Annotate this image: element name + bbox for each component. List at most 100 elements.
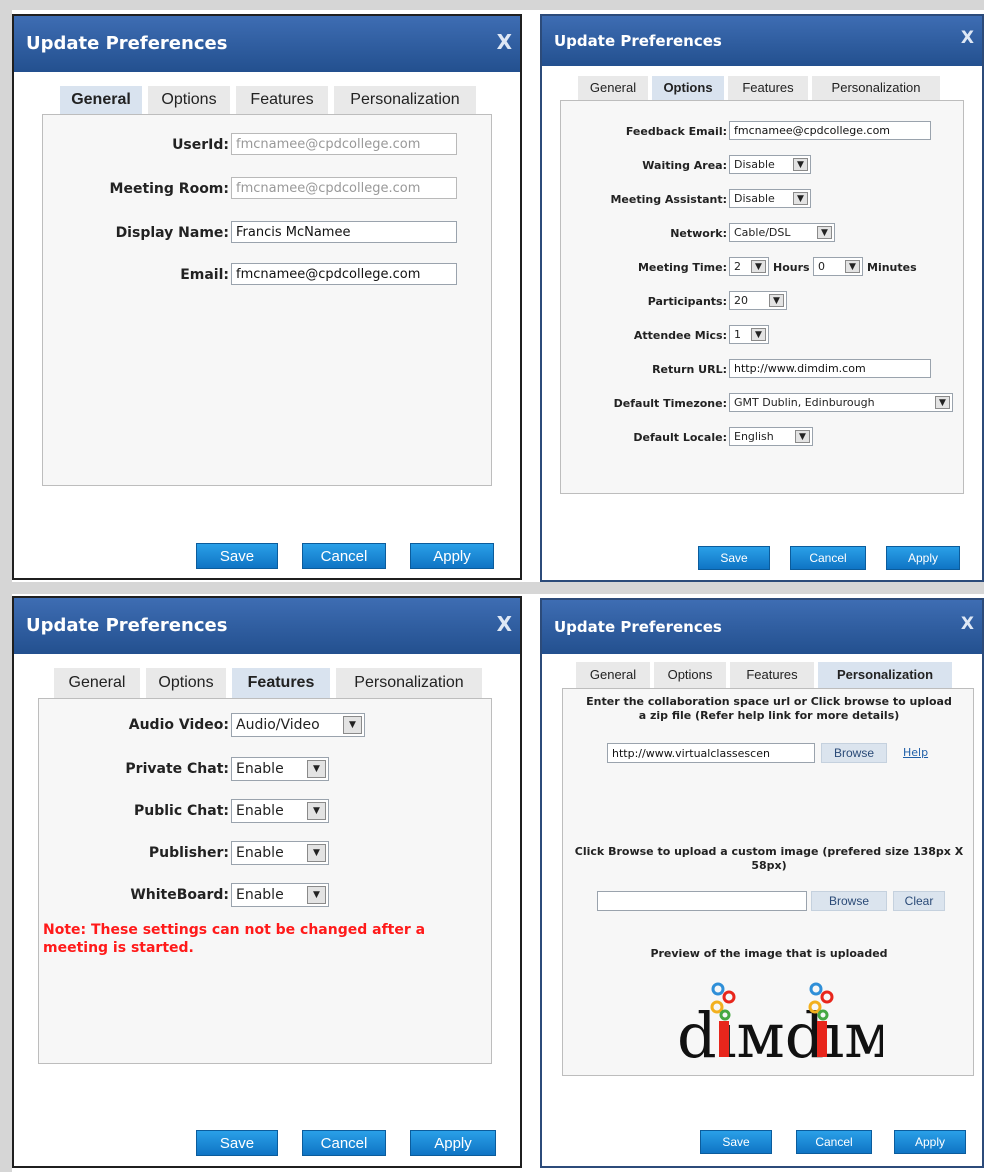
public-chat-select[interactable]: Enable ▼ xyxy=(231,799,329,823)
private-chat-value: Enable xyxy=(236,761,284,777)
tab-general[interactable]: General xyxy=(576,662,650,688)
userid-input[interactable]: fmcnamee@cpdcollege.com xyxy=(231,133,457,155)
cancel-button[interactable]: Cancel xyxy=(790,546,866,570)
audio-video-value: Audio/Video xyxy=(236,717,320,733)
tab-general[interactable]: General xyxy=(578,76,648,100)
chevron-down-icon[interactable]: ▼ xyxy=(845,260,860,273)
save-button[interactable]: Save xyxy=(698,546,770,570)
background-strip-top xyxy=(0,0,984,10)
chevron-down-icon[interactable]: ▼ xyxy=(307,844,326,862)
whiteboard-select[interactable]: Enable ▼ xyxy=(231,883,329,907)
chevron-down-icon[interactable]: ▼ xyxy=(793,158,808,171)
tab-personalization[interactable]: Personalization xyxy=(336,668,482,698)
whiteboard-value: Enable xyxy=(236,887,284,903)
save-button[interactable]: Save xyxy=(196,1130,278,1156)
titlebar: Update Preferences X xyxy=(14,598,520,654)
chevron-down-icon[interactable]: ▼ xyxy=(307,886,326,904)
tab-general[interactable]: General xyxy=(60,86,142,114)
chevron-down-icon[interactable]: ▼ xyxy=(751,328,766,341)
dialog-options: Update Preferences X General Options Fea… xyxy=(540,14,984,582)
apply-button[interactable]: Apply xyxy=(886,546,960,570)
chevron-down-icon[interactable]: ▼ xyxy=(817,226,832,239)
default-locale-value: English xyxy=(734,430,774,443)
tab-features[interactable]: Features xyxy=(236,86,328,114)
titlebar: Update Preferences X xyxy=(14,16,520,72)
apply-button[interactable]: Apply xyxy=(410,543,494,569)
email-label: Email: xyxy=(180,267,229,283)
meeting-assistant-select[interactable]: Disable ▼ xyxy=(729,189,811,208)
browse-image-button[interactable]: Browse xyxy=(811,891,887,911)
chevron-down-icon[interactable]: ▼ xyxy=(793,192,808,205)
logo-letters: dıмdıм xyxy=(677,999,883,1067)
custom-image-input[interactable] xyxy=(597,891,807,911)
tab-options[interactable]: Options xyxy=(146,668,226,698)
chevron-down-icon[interactable]: ▼ xyxy=(795,430,810,443)
tab-options[interactable]: Options xyxy=(652,76,724,100)
apply-button[interactable]: Apply xyxy=(894,1130,966,1154)
network-select[interactable]: Cable/DSL ▼ xyxy=(729,223,835,242)
cancel-button[interactable]: Cancel xyxy=(796,1130,872,1154)
return-url-input[interactable]: http://www.dimdim.com xyxy=(729,359,931,378)
waiting-area-label: Waiting Area: xyxy=(642,159,727,172)
default-locale-select[interactable]: English ▼ xyxy=(729,427,813,446)
waiting-area-select[interactable]: Disable ▼ xyxy=(729,155,811,174)
tab-features[interactable]: Features xyxy=(730,662,814,688)
tab-features[interactable]: Features xyxy=(728,76,808,100)
attendee-mics-select[interactable]: 1 ▼ xyxy=(729,325,769,344)
default-timezone-value: GMT Dublin, Edinburough xyxy=(734,396,875,409)
preview-caption: Preview of the image that is uploaded xyxy=(650,947,888,960)
tab-general[interactable]: General xyxy=(54,668,140,698)
hours-select[interactable]: 2 ▼ xyxy=(729,257,769,276)
close-icon[interactable]: X xyxy=(497,612,512,636)
dimdim-logo: dıмdıм xyxy=(673,975,893,1072)
close-icon[interactable]: X xyxy=(961,614,974,634)
tab-personalization[interactable]: Personalization xyxy=(818,662,952,688)
display-name-input[interactable]: Francis McNamee xyxy=(231,221,457,243)
participants-value: 20 xyxy=(734,294,748,307)
background-strip-middle xyxy=(0,582,984,594)
participants-select[interactable]: 20 ▼ xyxy=(729,291,787,310)
meeting-time-label: Meeting Time: xyxy=(637,261,727,274)
logo-dot xyxy=(820,990,834,1004)
chevron-down-icon[interactable]: ▼ xyxy=(769,294,784,307)
dialog-title: Update Preferences xyxy=(26,615,228,636)
audio-video-select[interactable]: Audio/Video ▼ xyxy=(231,713,365,737)
save-button[interactable]: Save xyxy=(700,1130,772,1154)
tab-panel: Enter the collaboration space url or Cli… xyxy=(562,688,974,1076)
tab-panel: Feedback Email: fmcnamee@cpdcollege.com … xyxy=(560,100,964,494)
email-input[interactable]: fmcnamee@cpdcollege.com xyxy=(231,263,457,285)
browse-url-button[interactable]: Browse xyxy=(821,743,887,763)
dialog-general: Update Preferences X General Options Fea… xyxy=(12,14,522,580)
private-chat-select[interactable]: Enable ▼ xyxy=(231,757,329,781)
close-icon[interactable]: X xyxy=(961,28,974,48)
help-link[interactable]: Help xyxy=(903,746,928,759)
tab-personalization[interactable]: Personalization xyxy=(334,86,476,114)
chevron-down-icon[interactable]: ▼ xyxy=(307,802,326,820)
tab-personalization[interactable]: Personalization xyxy=(812,76,940,100)
chevron-down-icon[interactable]: ▼ xyxy=(935,396,950,409)
chevron-down-icon[interactable]: ▼ xyxy=(343,716,362,734)
default-timezone-select[interactable]: GMT Dublin, Edinburough ▼ xyxy=(729,393,953,412)
tab-options[interactable]: Options xyxy=(654,662,726,688)
collaboration-url-input[interactable]: http://www.virtualclassescen xyxy=(607,743,815,763)
publisher-select[interactable]: Enable ▼ xyxy=(231,841,329,865)
cancel-button[interactable]: Cancel xyxy=(302,543,386,569)
tab-features[interactable]: Features xyxy=(232,668,330,698)
private-chat-label: Private Chat: xyxy=(125,761,229,777)
tab-options[interactable]: Options xyxy=(148,86,230,114)
cancel-button[interactable]: Cancel xyxy=(302,1130,386,1156)
chevron-down-icon[interactable]: ▼ xyxy=(751,260,766,273)
custom-image-instructions: Click Browse to upload a custom image (p… xyxy=(574,845,964,872)
feedback-email-input[interactable]: fmcnamee@cpdcollege.com xyxy=(729,121,931,140)
dialog-title: Update Preferences xyxy=(554,618,722,636)
apply-button[interactable]: Apply xyxy=(410,1130,496,1156)
logo-dot xyxy=(722,990,736,1004)
save-button[interactable]: Save xyxy=(196,543,278,569)
close-icon[interactable]: X xyxy=(497,30,512,54)
chevron-down-icon[interactable]: ▼ xyxy=(307,760,326,778)
meeting-room-input[interactable]: fmcnamee@cpdcollege.com xyxy=(231,177,457,199)
clear-button[interactable]: Clear xyxy=(893,891,945,911)
minutes-select[interactable]: 0 ▼ xyxy=(813,257,863,276)
attendee-mics-label: Attendee Mics: xyxy=(633,329,727,342)
dimdim-logo-graphic: dıмdıм xyxy=(677,982,893,1072)
